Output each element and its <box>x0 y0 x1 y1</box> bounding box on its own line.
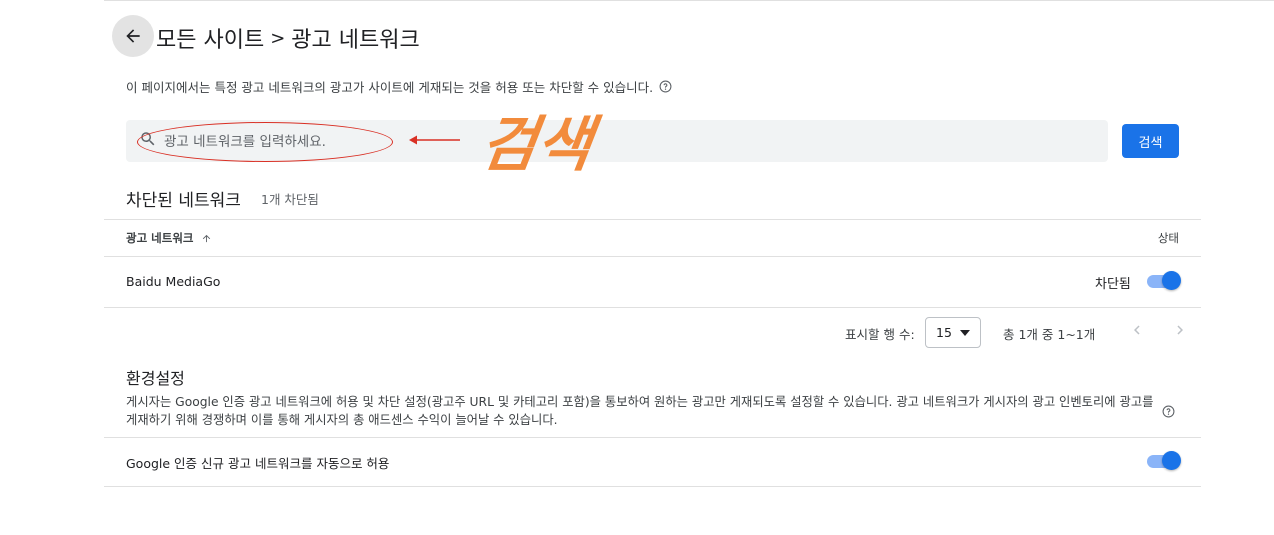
column-header-network[interactable]: 광고 네트워크 <box>126 230 212 246</box>
divider <box>104 256 1201 257</box>
network-name: Baidu MediaGo <box>126 274 221 289</box>
settings-description: 게시자는 Google 인증 광고 네트워크에 허용 및 차단 설정(광고주 U… <box>126 395 1154 427</box>
settings-title: 환경설정 <box>126 369 185 388</box>
column-header-status: 상태 <box>1157 231 1179 245</box>
annotation-arrow-icon <box>409 135 460 145</box>
divider <box>104 437 1201 438</box>
help-icon[interactable] <box>1162 403 1175 422</box>
breadcrumb-current: 광고 네트워크 <box>291 28 420 53</box>
toggle-knob <box>1162 271 1181 290</box>
ad-networks-page: 모든 사이트 > 광고 네트워크 이 페이지에서는 특정 광고 네트워크의 광고… <box>0 0 1274 535</box>
page-description: 이 페이지에서는 특정 광고 네트워크의 광고가 사이트에 게재되는 것을 허용… <box>126 77 672 96</box>
auto-allow-toggle[interactable] <box>1147 451 1181 471</box>
rows-per-page-label: 표시할 행 수: <box>845 327 915 342</box>
search-button[interactable]: 검색 <box>1122 124 1179 158</box>
divider <box>104 219 1201 220</box>
row-status-label: 차단됨 <box>1095 277 1131 292</box>
rows-per-page-value: 15 <box>936 325 952 340</box>
pagination-range: 총 1개 중 1~1개 <box>1003 327 1096 342</box>
column-header-network-label: 광고 네트워크 <box>126 231 194 245</box>
top-divider <box>104 0 1274 1</box>
block-toggle[interactable] <box>1147 271 1181 291</box>
breadcrumb-separator: > <box>270 27 286 49</box>
chevron-left-icon[interactable] <box>1128 320 1146 344</box>
rows-per-page-select[interactable]: 15 <box>925 317 981 348</box>
breadcrumb-parent[interactable]: 모든 사이트 <box>156 22 264 54</box>
toggle-knob <box>1162 451 1181 470</box>
blocked-count: 1개 차단됨 <box>261 192 319 207</box>
divider <box>104 307 1201 308</box>
annotation-ellipse <box>137 122 393 162</box>
divider <box>104 486 1201 487</box>
description-text: 이 페이지에서는 특정 광고 네트워크의 광고가 사이트에 게재되는 것을 허용… <box>126 80 654 95</box>
back-button[interactable] <box>112 15 154 57</box>
page-title: 모든 사이트 > 광고 네트워크 <box>156 22 420 54</box>
help-icon[interactable] <box>659 80 672 93</box>
sort-arrow-up-icon <box>203 234 211 242</box>
arrow-back-icon <box>126 29 140 43</box>
blocked-networks-title: 차단된 네트워크 <box>126 191 241 211</box>
chevron-right-icon[interactable] <box>1171 320 1189 344</box>
auto-allow-label: Google 인증 신규 광고 네트워크를 자동으로 허용 <box>126 456 390 471</box>
annotation-label: 검색 <box>476 110 597 180</box>
dropdown-caret-icon <box>959 329 970 336</box>
